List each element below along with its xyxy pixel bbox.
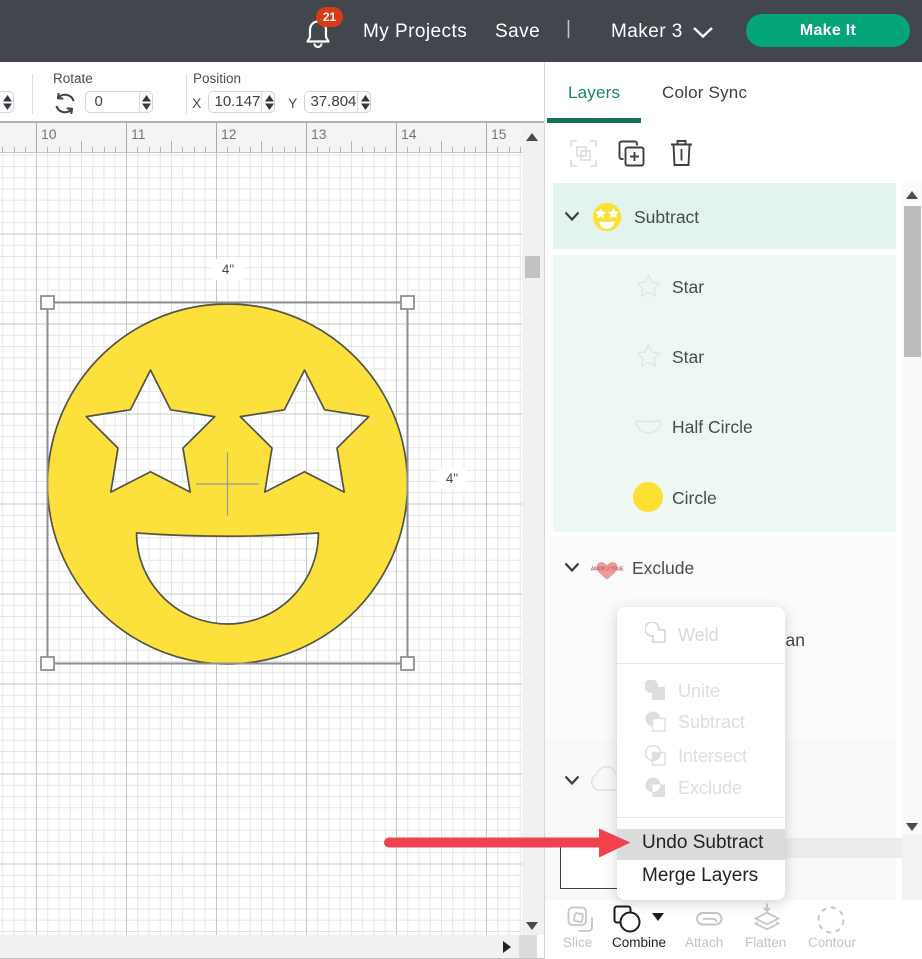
svg-text:AMOR 2 TRUE: AMOR 2 TRUE xyxy=(591,567,624,573)
